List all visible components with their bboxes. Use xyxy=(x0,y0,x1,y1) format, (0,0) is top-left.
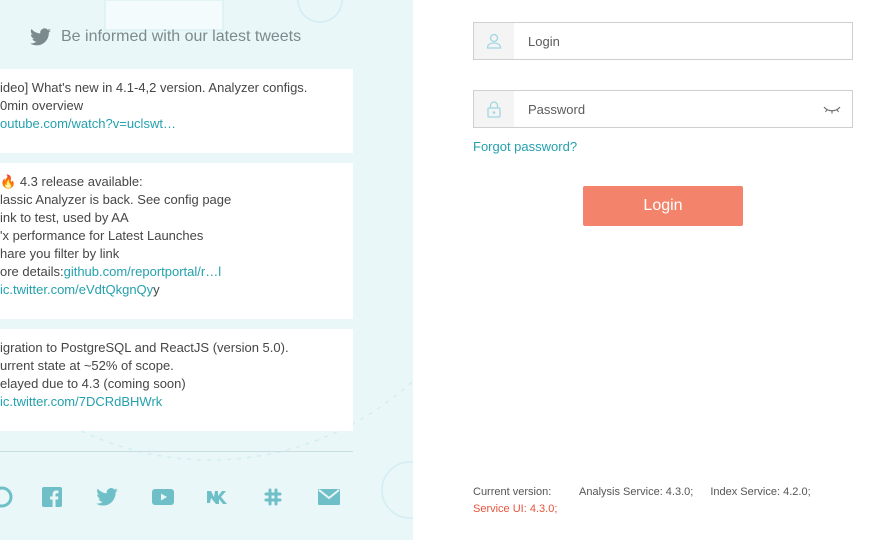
login-field xyxy=(473,22,853,60)
login-input[interactable] xyxy=(514,23,852,59)
twitter-icon[interactable] xyxy=(95,486,119,508)
tweet-card: igration to PostgreSQL and ReactJS (vers… xyxy=(0,329,353,431)
user-icon xyxy=(474,23,514,59)
tweet-link[interactable]: github.com/reportportal/r…l xyxy=(64,264,222,279)
eye-closed-icon[interactable] xyxy=(812,91,852,127)
twitter-icon xyxy=(30,28,51,46)
tweet-text: 0min overview xyxy=(0,98,84,113)
forgot-password-link[interactable]: Forgot password? xyxy=(473,139,577,154)
tweet-text: 🔥 4.3 release available: xyxy=(0,174,143,189)
lock-icon xyxy=(474,91,514,127)
login-button[interactable]: Login xyxy=(583,186,743,226)
tweet-text: elayed due to 4.3 (coming soon) xyxy=(0,376,186,391)
tweet-text: igration to PostgreSQL and ReactJS (vers… xyxy=(0,340,289,355)
tweet-text: ideo] What's new in 4.1-4,2 version. Ana… xyxy=(0,80,308,95)
github-icon[interactable] xyxy=(0,486,14,508)
tweet-text: ic.twitter.com/eVdtQkgnQyy xyxy=(0,282,160,297)
version-label: Current version: xyxy=(473,486,552,498)
analysis-version: Analysis Service: 4.3.0; xyxy=(579,486,694,498)
tweet-text: urrent state at ~52% of scope. xyxy=(0,358,174,373)
news-divider xyxy=(0,451,353,452)
tweet-link[interactable]: ic.twitter.com/7DCRdBHWrk xyxy=(0,393,339,411)
tweet-link[interactable]: outube.com/watch?v=uclswt… xyxy=(0,115,339,133)
password-input[interactable] xyxy=(514,91,812,127)
tweet-text: hare you filter by link xyxy=(0,246,120,261)
tweet-text: 'x performance for Latest Launches xyxy=(0,228,204,243)
youtube-icon[interactable] xyxy=(151,486,175,508)
tweet-card: 🔥 4.3 release available: lassic Analyzer… xyxy=(0,163,353,319)
ui-version: Service UI: 4.3.0; xyxy=(473,503,558,515)
fire-emoji-icon: 🔥 xyxy=(0,174,17,189)
vk-icon[interactable] xyxy=(206,486,230,508)
version-info: Current version: Analysis Service: 4.3.0… xyxy=(473,484,828,518)
social-links xyxy=(0,486,360,510)
tweet-card: ideo] What's new in 4.1-4,2 version. Ana… xyxy=(0,69,353,153)
facebook-icon[interactable] xyxy=(40,486,64,508)
email-icon[interactable] xyxy=(317,486,341,508)
slack-icon[interactable] xyxy=(261,486,285,508)
password-field xyxy=(473,90,853,128)
news-header: Be informed with our latest tweets xyxy=(30,24,301,50)
news-panel: Be informed with our latest tweets ideo]… xyxy=(0,0,413,540)
tweet-text: lassic Analyzer is back. See config page xyxy=(0,192,232,207)
index-version: Index Service: 4.2.0; xyxy=(710,486,811,498)
tweet-text: ore details:github.com/reportportal/r…l xyxy=(0,264,222,279)
tweet-link[interactable]: ic.twitter.com/eVdtQkgnQy xyxy=(0,282,153,297)
tweet-text: ink to test, used by AA xyxy=(0,210,129,225)
news-title: Be informed with our latest tweets xyxy=(61,28,302,45)
